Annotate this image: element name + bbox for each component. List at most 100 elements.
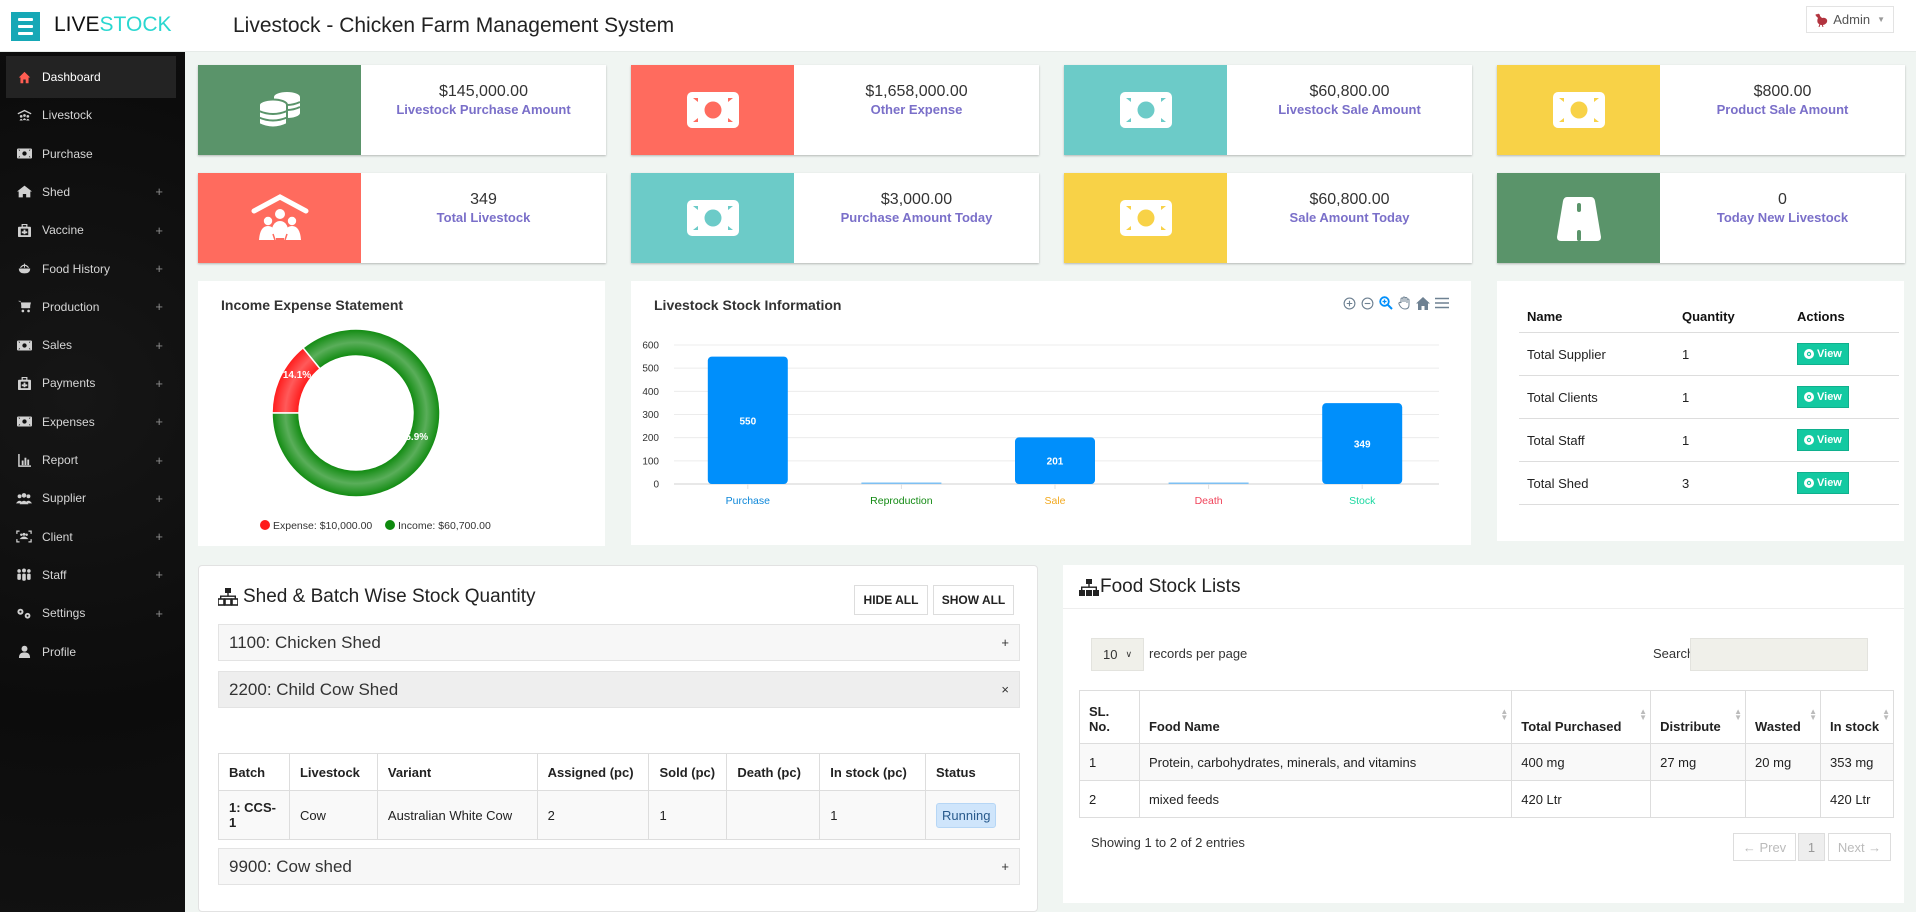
user-name: Admin [1833,12,1871,27]
food-wasted-cell [1745,780,1822,818]
sidebar-item-profile[interactable]: Profile [6,631,176,673]
header-label: Distribute [1660,719,1721,734]
food-header-food-name[interactable]: Food Name ▲ ▼ [1138,690,1513,744]
user-menu-button[interactable]: Admin ▼ [1806,6,1894,33]
y-tick-label: 0 [653,480,659,491]
money-bill-icon [631,173,794,263]
page-title: Livestock - Chicken Farm Management Syst… [233,14,675,37]
chevron-down-icon: ∨ [1125,649,1133,659]
gears-icon [15,606,33,620]
stat-card-other-expense: $1,658,000.00 Other Expense [631,65,1039,155]
sidebar-item-food-history[interactable]: Food History + [6,248,176,290]
sidebar-item-expenses[interactable]: Expenses + [6,401,176,443]
view-button-label: View [1817,348,1842,360]
expand-plus-icon: + [155,567,163,583]
table-row: Total Supplier 1 View [1519,332,1899,376]
records-per-page-label: records per page [1149,646,1248,661]
legend-label-income[interactable]: Income: $60,700.00 [398,520,491,532]
show-all-button[interactable]: SHOW ALL [933,585,1014,615]
view-button[interactable]: View [1797,386,1849,408]
legend-marker-income[interactable] [385,520,395,530]
batch-table: Batch Livestock Variant Assigned (pc) Sold (… [218,753,1020,840]
money-bill-icon [15,338,33,352]
sidebar-item-payments[interactable]: Payments + [6,362,176,404]
summary-header-name: Name [1519,297,1674,333]
sidebar-item-client[interactable]: Client + [6,516,176,558]
sidebar-item-purchase[interactable]: Purchase [6,133,176,175]
prev-page-button[interactable]: ← Prev [1733,833,1796,861]
food-stock-cell: 353 mg [1820,743,1894,781]
header-label: Food Name [1148,719,1220,734]
shed-batch-title: Shed & Batch Wise Stock Quantity [243,586,536,607]
y-tick-label: 300 [642,410,659,421]
sidebar-item-sales[interactable]: Sales + [6,324,176,366]
brand-logo[interactable]: LIVESTOCK [54,13,172,37]
expand-icon: + [1001,635,1009,650]
bar-death[interactable] [1168,482,1249,485]
eye-icon [1804,435,1814,445]
food-header-in-stock[interactable]: In stock ▲ ▼ [1820,690,1894,744]
shed-batch-heading: Shed & Batch Wise Stock Quantity [218,586,536,608]
hide-all-button[interactable]: HIDE ALL [854,585,928,615]
batch-header-variant: Variant [376,753,538,791]
expand-icon: + [1001,859,1009,874]
sidebar-item-vaccine[interactable]: Vaccine + [6,209,176,251]
legend-label-expense[interactable]: Expense: $10,000.00 [273,520,372,532]
shed-accordion-9900[interactable]: 9900: Cow shed + [218,848,1020,885]
shed-accordion-label: 1100: Chicken Shed [229,632,381,652]
search-input[interactable] [1690,638,1868,671]
sidebar-item-staff[interactable]: Staff + [6,554,176,596]
stat-value: $145,000.00 [439,83,528,100]
expand-plus-icon: + [155,605,163,621]
food-purchased-cell: 420 Ltr [1511,780,1652,818]
brand-text-live: LIVE [54,13,100,36]
table-row: 1 Protein, carbohydrates, minerals, and v… [1079,743,1894,781]
bar-data-label: 349 [1354,440,1371,451]
medkit-icon [15,376,33,390]
food-distribute-cell [1650,780,1747,818]
sort-icon: ▲ ▼ [1809,707,1818,722]
food-header-wasted[interactable]: Wasted ▲ ▼ [1745,690,1822,744]
sidebar-item-dashboard[interactable]: Dashboard [6,56,176,98]
hamburger-menu-button[interactable] [11,12,40,41]
shed-batch-panel: Shed & Batch Wise Stock Quantity HIDE AL… [198,565,1038,912]
sidebar-item-shed[interactable]: Shed + [6,171,176,213]
money-bill-icon [1064,65,1227,155]
batch-header-sold-pc: Sold (pc) [648,753,728,791]
next-page-button[interactable]: Next → [1828,833,1891,861]
x-tick-label: Purchase [726,495,771,507]
shed-accordion-2200[interactable]: 2200: Child Cow Shed × [218,671,1020,708]
sidebar-item-livestock[interactable]: Livestock [6,94,176,136]
x-tick-label: Sale [1044,495,1065,507]
view-button[interactable]: View [1797,343,1849,365]
legend-marker-expense[interactable] [260,520,270,530]
user-icon [15,645,33,659]
stat-label: Other Expense [870,102,963,117]
sort-icon: ▲ ▼ [1500,707,1509,722]
table-row: Total Shed 3 View [1519,461,1899,505]
sidebar-item-supplier[interactable]: Supplier + [6,477,176,519]
shed-accordion-label: 2200: Child Cow Shed [229,679,399,699]
food-header-sl-no[interactable]: SL. No. [1079,690,1140,744]
header-label: Total Purchased [1521,719,1622,734]
food-header-distribute[interactable]: Distribute ▲ ▼ [1650,690,1747,744]
sidebar-item-settings[interactable]: Settings + [6,592,176,634]
sitemap-icon [1079,578,1099,596]
food-header-total-purchased[interactable]: Total Purchased ▲ ▼ [1511,690,1652,744]
shed-accordion-1100[interactable]: 1100: Chicken Shed + [218,624,1020,661]
sidebar-item-label: Supplier [42,491,87,506]
sidebar-item-label: Payments [42,376,96,391]
bar-reproduction[interactable] [861,482,942,485]
y-tick-label: 500 [642,364,659,375]
stat-value: 349 [470,191,497,208]
stat-card-livestock-sale-amount: $60,800.00 Livestock Sale Amount [1064,65,1472,155]
sidebar-item-report[interactable]: Report + [6,439,176,481]
page-1-button[interactable]: 1 [1798,833,1825,861]
expand-plus-icon: + [155,261,163,276]
page-size-select[interactable]: 10 ∨ [1091,638,1144,671]
sidebar-item-production[interactable]: Production + [6,286,176,328]
view-button[interactable]: View [1797,429,1849,451]
expand-plus-icon: + [155,375,163,391]
view-button[interactable]: View [1797,472,1849,494]
header-label: SL. No. [1089,704,1110,734]
